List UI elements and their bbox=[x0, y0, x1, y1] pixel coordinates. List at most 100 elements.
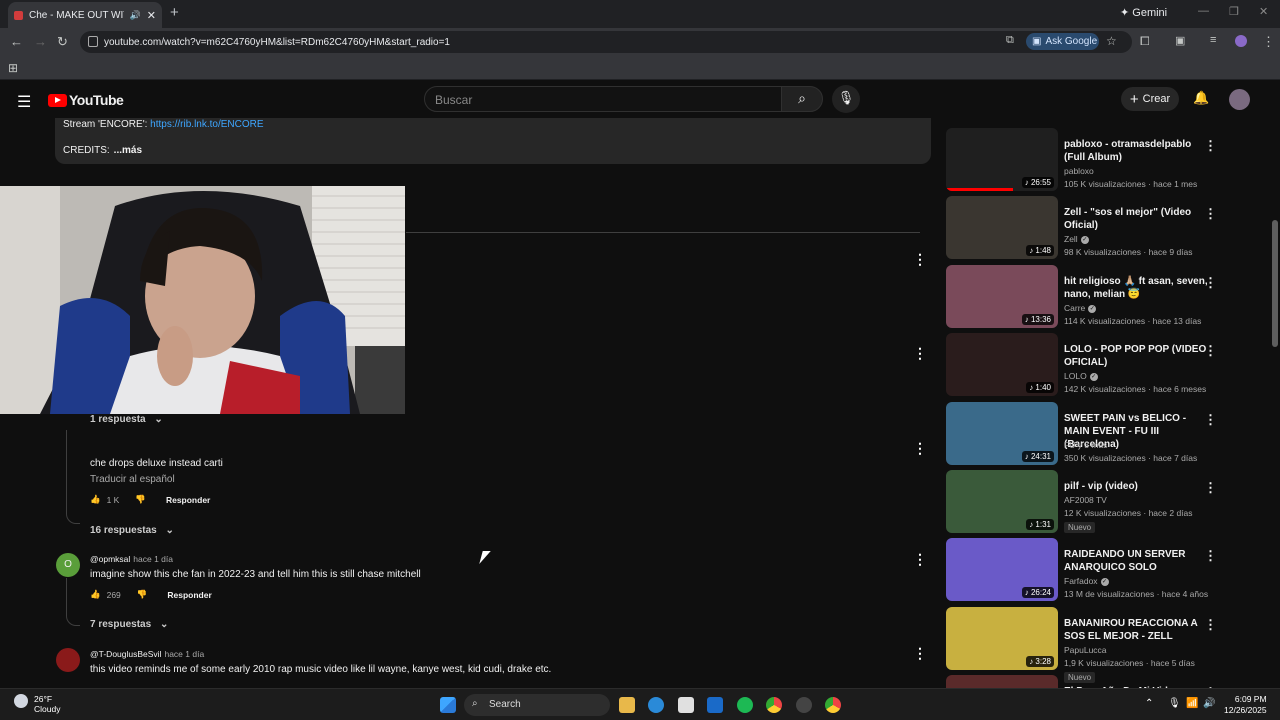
recommended-video[interactable]: ♪ 13:36 hit religioso 🙏🏼 ft asan, seven, … bbox=[946, 264, 1270, 329]
video-title[interactable]: BANANIROU REACCIONA A SOS EL MEJOR - ZEL… bbox=[1064, 617, 1214, 643]
reload-icon[interactable]: ↻ bbox=[57, 34, 68, 50]
video-thumbnail[interactable]: ♪ 26:55 bbox=[946, 128, 1058, 191]
video-channel[interactable]: AF2008 TV bbox=[1064, 495, 1107, 505]
commenter-avatar[interactable]: O bbox=[56, 553, 80, 577]
search-button[interactable]: ⌕ bbox=[781, 86, 823, 112]
recommended-video[interactable]: ♪ 26:55 pabloxo - otramasdelpablo (Full A… bbox=[946, 128, 1270, 192]
mail-icon[interactable] bbox=[707, 697, 723, 713]
bookmark-star-icon[interactable]: ☆ bbox=[1106, 34, 1117, 48]
search-input[interactable]: Buscar bbox=[424, 86, 782, 112]
media-controls-icon[interactable]: ≡ bbox=[1210, 34, 1216, 46]
video-thumbnail[interactable]: ♪ 1:31 bbox=[946, 470, 1058, 533]
install-app-icon[interactable]: ⧉ bbox=[1006, 34, 1014, 47]
video-thumbnail[interactable]: ♪ 1:48 bbox=[946, 196, 1058, 260]
store-icon[interactable] bbox=[678, 697, 694, 713]
video-thumbnail[interactable]: ♪ 24:31 bbox=[946, 401, 1058, 465]
spotify-icon[interactable] bbox=[737, 697, 753, 713]
commenter-avatar[interactable] bbox=[56, 648, 80, 672]
extensions-icon[interactable]: ⧠ bbox=[1140, 34, 1150, 49]
stream-link[interactable]: https://rib.lnk.to/ENCORE bbox=[150, 119, 263, 130]
recommended-video[interactable]: ♪ 3:28 BANANIROU REACCIONA A SOS EL MEJOR… bbox=[946, 606, 1270, 683]
video-title[interactable]: pilf - vip (video) bbox=[1064, 480, 1214, 493]
site-info-icon[interactable] bbox=[88, 36, 98, 47]
recommended-video[interactable]: ♪ 26:24 RAIDEANDO UN SERVER ANARQUICO SOL… bbox=[946, 538, 1270, 602]
comment-options-icon[interactable]: ⋮ bbox=[913, 345, 927, 362]
windows-start-icon[interactable] bbox=[440, 697, 456, 713]
chrome-icon[interactable] bbox=[766, 697, 782, 713]
replies-toggle[interactable]: 16 respuestas ⌄ bbox=[90, 525, 174, 536]
video-channel[interactable]: pabloxo bbox=[1064, 166, 1094, 176]
show-more-link[interactable]: ...más bbox=[114, 145, 142, 156]
video-options-icon[interactable]: ⋮ bbox=[1204, 275, 1217, 291]
video-options-icon[interactable]: ⋮ bbox=[1204, 480, 1217, 496]
taskbar-clock[interactable]: 6:09 PM 12/26/2025 bbox=[1224, 694, 1267, 716]
video-options-icon[interactable]: ⋮ bbox=[1204, 617, 1217, 633]
video-channel[interactable]: PapuLucca bbox=[1064, 645, 1107, 655]
tray-chevron-icon[interactable]: ⌃ bbox=[1145, 698, 1153, 709]
dislike-icon[interactable]: 👎 bbox=[137, 589, 148, 600]
url-field[interactable]: youtube.com/watch?v=m62C4760yHM&list=RDm… bbox=[80, 31, 1132, 53]
like-icon[interactable]: 👍 bbox=[90, 589, 101, 600]
hamburger-menu-icon[interactable]: ☰ bbox=[17, 92, 31, 112]
video-title[interactable]: RAIDEANDO UN SERVER ANARQUICO SOLO bbox=[1064, 548, 1214, 574]
video-options-icon[interactable]: ⋮ bbox=[1204, 412, 1217, 428]
video-options-icon[interactable]: ⋮ bbox=[1204, 206, 1217, 222]
video-thumbnail[interactable] bbox=[946, 675, 1058, 688]
taskbar-search[interactable]: ⌕ Search bbox=[464, 694, 610, 716]
comment-options-icon[interactable]: ⋮ bbox=[913, 251, 927, 268]
video-channel[interactable]: Zell ✓ bbox=[1064, 234, 1089, 244]
github-desktop-icon[interactable] bbox=[796, 697, 812, 713]
video-thumbnail[interactable]: ♪ 26:24 bbox=[946, 538, 1058, 602]
microphone-tray-icon[interactable]: 🎙 bbox=[1168, 698, 1181, 709]
video-title[interactable]: hit religioso 🙏🏼 ft asan, seven, nano, m… bbox=[1064, 275, 1214, 301]
video-title[interactable]: pabloxo - otramasdelpablo (Full Album) bbox=[1064, 138, 1214, 164]
video-description[interactable]: Stream 'ENCORE': https://rib.lnk.to/ENCO… bbox=[55, 118, 931, 164]
side-panel-icon[interactable]: ▣ bbox=[1175, 34, 1185, 47]
video-options-icon[interactable]: ⋮ bbox=[1204, 548, 1217, 564]
comment-options-icon[interactable]: ⋮ bbox=[913, 645, 927, 662]
forward-arrow-icon[interactable]: → bbox=[34, 34, 47, 49]
translate-link[interactable]: Traducir al español bbox=[90, 474, 175, 485]
scrollbar-thumb[interactable] bbox=[1272, 220, 1278, 347]
comment-handle[interactable]: @T-DouglusBeSvil bbox=[90, 649, 161, 659]
gemini-button[interactable]: ✦ Gemini bbox=[1120, 6, 1167, 19]
ask-google-button[interactable]: ▣ Ask Google bbox=[1026, 33, 1099, 50]
recommended-video[interactable]: El Peor Año De Mi Vida⋮ bbox=[946, 675, 1270, 688]
video-thumbnail[interactable]: ♪ 3:28 bbox=[946, 606, 1058, 670]
scrollbar-track[interactable] bbox=[1270, 118, 1280, 688]
recommended-video[interactable]: ♪ 1:40 LOLO - POP POP POP (VIDEO OFICIAL)… bbox=[946, 333, 1270, 397]
video-thumbnail[interactable]: ♪ 1:40 bbox=[946, 333, 1058, 397]
replies-toggle[interactable]: 1 respuesta ⌄ bbox=[90, 414, 163, 425]
new-tab-button[interactable]: + bbox=[170, 4, 179, 21]
video-channel[interactable]: Carre ✓ bbox=[1064, 303, 1097, 313]
menu-kebab-icon[interactable]: ⋮ bbox=[1262, 34, 1275, 50]
recommended-video[interactable]: ♪ 24:31 SWEET PAIN vs BELICO - MAIN EVENT… bbox=[946, 401, 1270, 466]
notifications-bell-icon[interactable]: 🔔 bbox=[1193, 90, 1209, 106]
apps-grid-icon[interactable]: ⊞ bbox=[8, 61, 18, 75]
video-options-icon[interactable]: ⋮ bbox=[1204, 343, 1217, 359]
video-thumbnail[interactable]: ♪ 13:36 bbox=[946, 264, 1058, 328]
voice-search-button[interactable]: 🎙 bbox=[832, 85, 860, 113]
wifi-icon[interactable]: 📶 bbox=[1186, 698, 1198, 709]
video-channel[interactable]: LOLO ✓ bbox=[1064, 371, 1098, 381]
comment-options-icon[interactable]: ⋮ bbox=[913, 440, 927, 457]
account-avatar[interactable] bbox=[1229, 89, 1250, 110]
video-channel[interactable]: Farfadox ✓ bbox=[1064, 576, 1109, 586]
recommended-video[interactable]: ♪ 1:48 Zell - "sos el mejor" (Video Ofici… bbox=[946, 196, 1270, 260]
close-window-button[interactable]: ✕ bbox=[1259, 5, 1268, 18]
recommended-video[interactable]: ♪ 1:31 pilf - vip (video) AF2008 TV 12 K vi… bbox=[946, 470, 1270, 534]
dislike-icon[interactable]: 👎 bbox=[135, 494, 146, 505]
profile-avatar[interactable] bbox=[1235, 35, 1247, 47]
weather-widget[interactable]: 26°F Cloudy bbox=[14, 694, 60, 714]
comment-options-icon[interactable]: ⋮ bbox=[913, 551, 927, 568]
create-button[interactable]: + Crear bbox=[1121, 87, 1179, 111]
browser-tab-active[interactable]: Che - MAKE OUT WITH MY 🔊 ✕ bbox=[8, 2, 162, 28]
reply-button[interactable]: Responder bbox=[166, 495, 210, 505]
comment-handle[interactable]: @opmksal bbox=[90, 554, 130, 564]
chrome-profile-icon[interactable] bbox=[825, 697, 841, 713]
video-channel[interactable]: FU y 3 más bbox=[1064, 440, 1107, 450]
back-arrow-icon[interactable]: ← bbox=[10, 34, 23, 49]
file-explorer-icon[interactable] bbox=[619, 697, 635, 713]
youtube-logo[interactable]: YouTube bbox=[48, 92, 124, 108]
maximize-button[interactable]: ❐ bbox=[1229, 5, 1239, 18]
